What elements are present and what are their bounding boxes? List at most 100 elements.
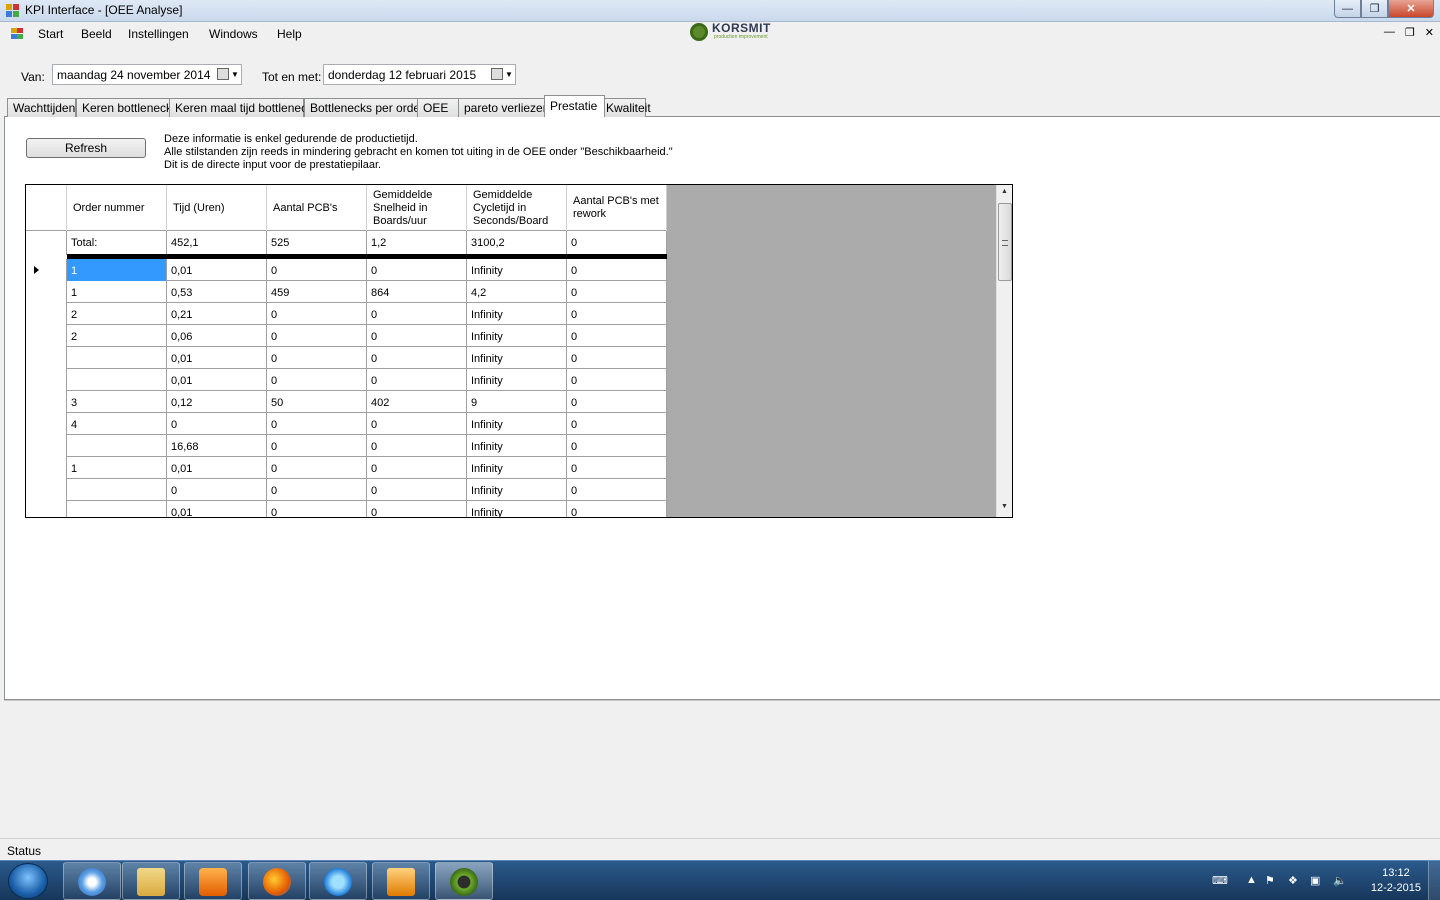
tab-oee[interactable]: OEE [417,98,461,117]
cell-snelheid[interactable]: 0 [367,457,467,479]
cell-tijd[interactable]: 0,12 [167,391,267,413]
cell-tijd[interactable]: 0,21 [167,303,267,325]
cell-aantal-pcbs[interactable]: 0 [267,325,367,347]
tab-keren-maal-tijd-bottleneck[interactable]: Keren maal tijd bottleneck [169,98,313,117]
cell-rework[interactable]: 0 [567,369,667,391]
column-header-rework[interactable]: Aantal PCB's met rework [567,185,667,231]
start-button[interactable] [8,863,48,899]
cell-tijd[interactable]: 16,68 [167,435,267,457]
menu-instellingen[interactable]: Instellingen [128,27,189,41]
calendar-icon[interactable] [217,68,229,80]
cell-aantal-pcbs[interactable]: 0 [267,259,367,281]
column-header-tijd[interactable]: Tijd (Uren) [167,185,267,231]
taskbar-app[interactable] [248,862,306,900]
table-row[interactable]: 1 0,01 0 0 Infinity 0 [26,457,667,479]
cell-aantal-pcbs[interactable]: 50 [267,391,367,413]
menu-help[interactable]: Help [277,27,302,41]
row-header[interactable] [26,457,67,479]
cell-aantal-pcbs[interactable]: 0 [267,369,367,391]
cell-aantal-pcbs[interactable]: 0 [267,501,367,517]
dropbox-icon[interactable]: ❖ [1288,874,1298,887]
cell-snelheid[interactable]: 0 [367,259,467,281]
cell-snelheid[interactable]: 0 [367,413,467,435]
chevron-down-icon[interactable]: ▼ [231,70,239,79]
cell-tijd[interactable]: 0,53 [167,281,267,303]
tab-pareto-verliezen[interactable]: pareto verliezen [458,98,549,117]
cell-order-nummer[interactable] [67,501,167,517]
cell-snelheid[interactable]: 0 [367,303,467,325]
cell-cycletijd[interactable]: Infinity [467,303,567,325]
cell-tijd[interactable]: 0 [167,413,267,435]
table-row[interactable]: 0,01 0 0 Infinity 0 [26,501,667,517]
cell-aantal-pcbs[interactable]: 0 [267,479,367,501]
cell-order-nummer[interactable]: 2 [67,303,167,325]
table-row[interactable]: 3 0,12 50 402 9 0 [26,391,667,413]
taskbar-app[interactable] [309,862,367,900]
cell-tijd[interactable]: 0 [167,479,267,501]
keyboard-icon[interactable]: ⌨ [1212,874,1228,887]
table-row[interactable]: 0,01 0 0 Infinity 0 [26,369,667,391]
tab-keren-bottleneck[interactable]: Keren bottleneck [76,98,175,117]
cell-tijd[interactable]: 0,01 [167,259,267,281]
cell-snelheid[interactable]: 0 [367,435,467,457]
cell-order-nummer[interactable]: 1 [67,281,167,303]
cell-aantal-pcbs[interactable]: 0 [267,457,367,479]
cell-rework[interactable]: 0 [567,303,667,325]
menu-beeld[interactable]: Beeld [81,27,112,41]
cell-snelheid[interactable]: 0 [367,347,467,369]
scroll-thumb[interactable] [998,203,1012,281]
cell-snelheid[interactable]: 402 [367,391,467,413]
cell-rework[interactable]: 0 [567,435,667,457]
cell-cycletijd[interactable]: Infinity [467,479,567,501]
network-icon[interactable]: ▣ [1310,874,1320,887]
to-date-picker[interactable]: donderdag 12 februari 2015 ▼ [323,64,516,85]
close-button[interactable]: ✕ [1388,0,1434,18]
cell-cycletijd[interactable]: Infinity [467,347,567,369]
cell-aantal-pcbs[interactable]: 0 [267,303,367,325]
cell-aantal-pcbs[interactable]: 0 [267,435,367,457]
taskbar-app-kpi[interactable] [435,862,493,900]
cell-tijd[interactable]: 0,06 [167,325,267,347]
show-desktop-button[interactable] [1428,861,1440,900]
cell-order-nummer[interactable]: 1 [67,259,167,281]
row-header[interactable] [26,303,67,325]
cell-order-nummer[interactable] [67,479,167,501]
calendar-icon[interactable] [491,68,503,80]
column-header-aantal-pcbs[interactable]: Aantal PCB's [267,185,367,231]
table-row[interactable]: 1 0,01 0 0 Infinity 0 [26,259,667,281]
table-row[interactable]: 0 0 0 Infinity 0 [26,479,667,501]
cell-rework[interactable]: 0 [567,347,667,369]
row-header[interactable] [26,347,67,369]
maximize-button[interactable]: ❐ [1361,0,1388,18]
cell-tijd[interactable]: 0,01 [167,457,267,479]
cell-rework[interactable]: 0 [567,281,667,303]
row-header[interactable] [26,479,67,501]
table-row[interactable]: 0,01 0 0 Infinity 0 [26,347,667,369]
flag-icon[interactable]: ⚑ [1265,874,1275,887]
taskbar-app[interactable] [372,862,430,900]
row-header[interactable] [26,325,67,347]
chevron-down-icon[interactable]: ▼ [505,70,513,79]
cell-cycletijd[interactable]: Infinity [467,457,567,479]
table-row[interactable]: 4 0 0 0 Infinity 0 [26,413,667,435]
cell-rework[interactable]: 0 [567,479,667,501]
cell-rework[interactable]: 0 [567,413,667,435]
cell-order-nummer[interactable] [67,435,167,457]
mdi-child-icon[interactable] [11,28,25,40]
tab-bottlenecks-per-order[interactable]: Bottlenecks per order [304,98,424,117]
column-header-cycletijd[interactable]: Gemiddelde Cycletijd in Seconds/Board [467,185,567,231]
menu-start[interactable]: Start [38,27,63,41]
minimize-button[interactable]: — [1334,0,1361,18]
taskbar-app[interactable] [63,862,121,900]
cell-cycletijd[interactable]: 4,2 [467,281,567,303]
row-header[interactable] [26,435,67,457]
prestatie-grid[interactable]: Order nummer Tijd (Uren) Aantal PCB's Ge… [25,184,1013,518]
cell-cycletijd[interactable]: Infinity [467,259,567,281]
cell-order-nummer[interactable]: 3 [67,391,167,413]
tab-prestatie[interactable]: Prestatie [544,95,605,117]
cell-cycletijd[interactable]: Infinity [467,435,567,457]
mdi-close-button[interactable]: ✕ [1425,26,1434,39]
cell-snelheid[interactable]: 0 [367,325,467,347]
cell-snelheid[interactable]: 0 [367,369,467,391]
row-header[interactable] [26,259,67,281]
